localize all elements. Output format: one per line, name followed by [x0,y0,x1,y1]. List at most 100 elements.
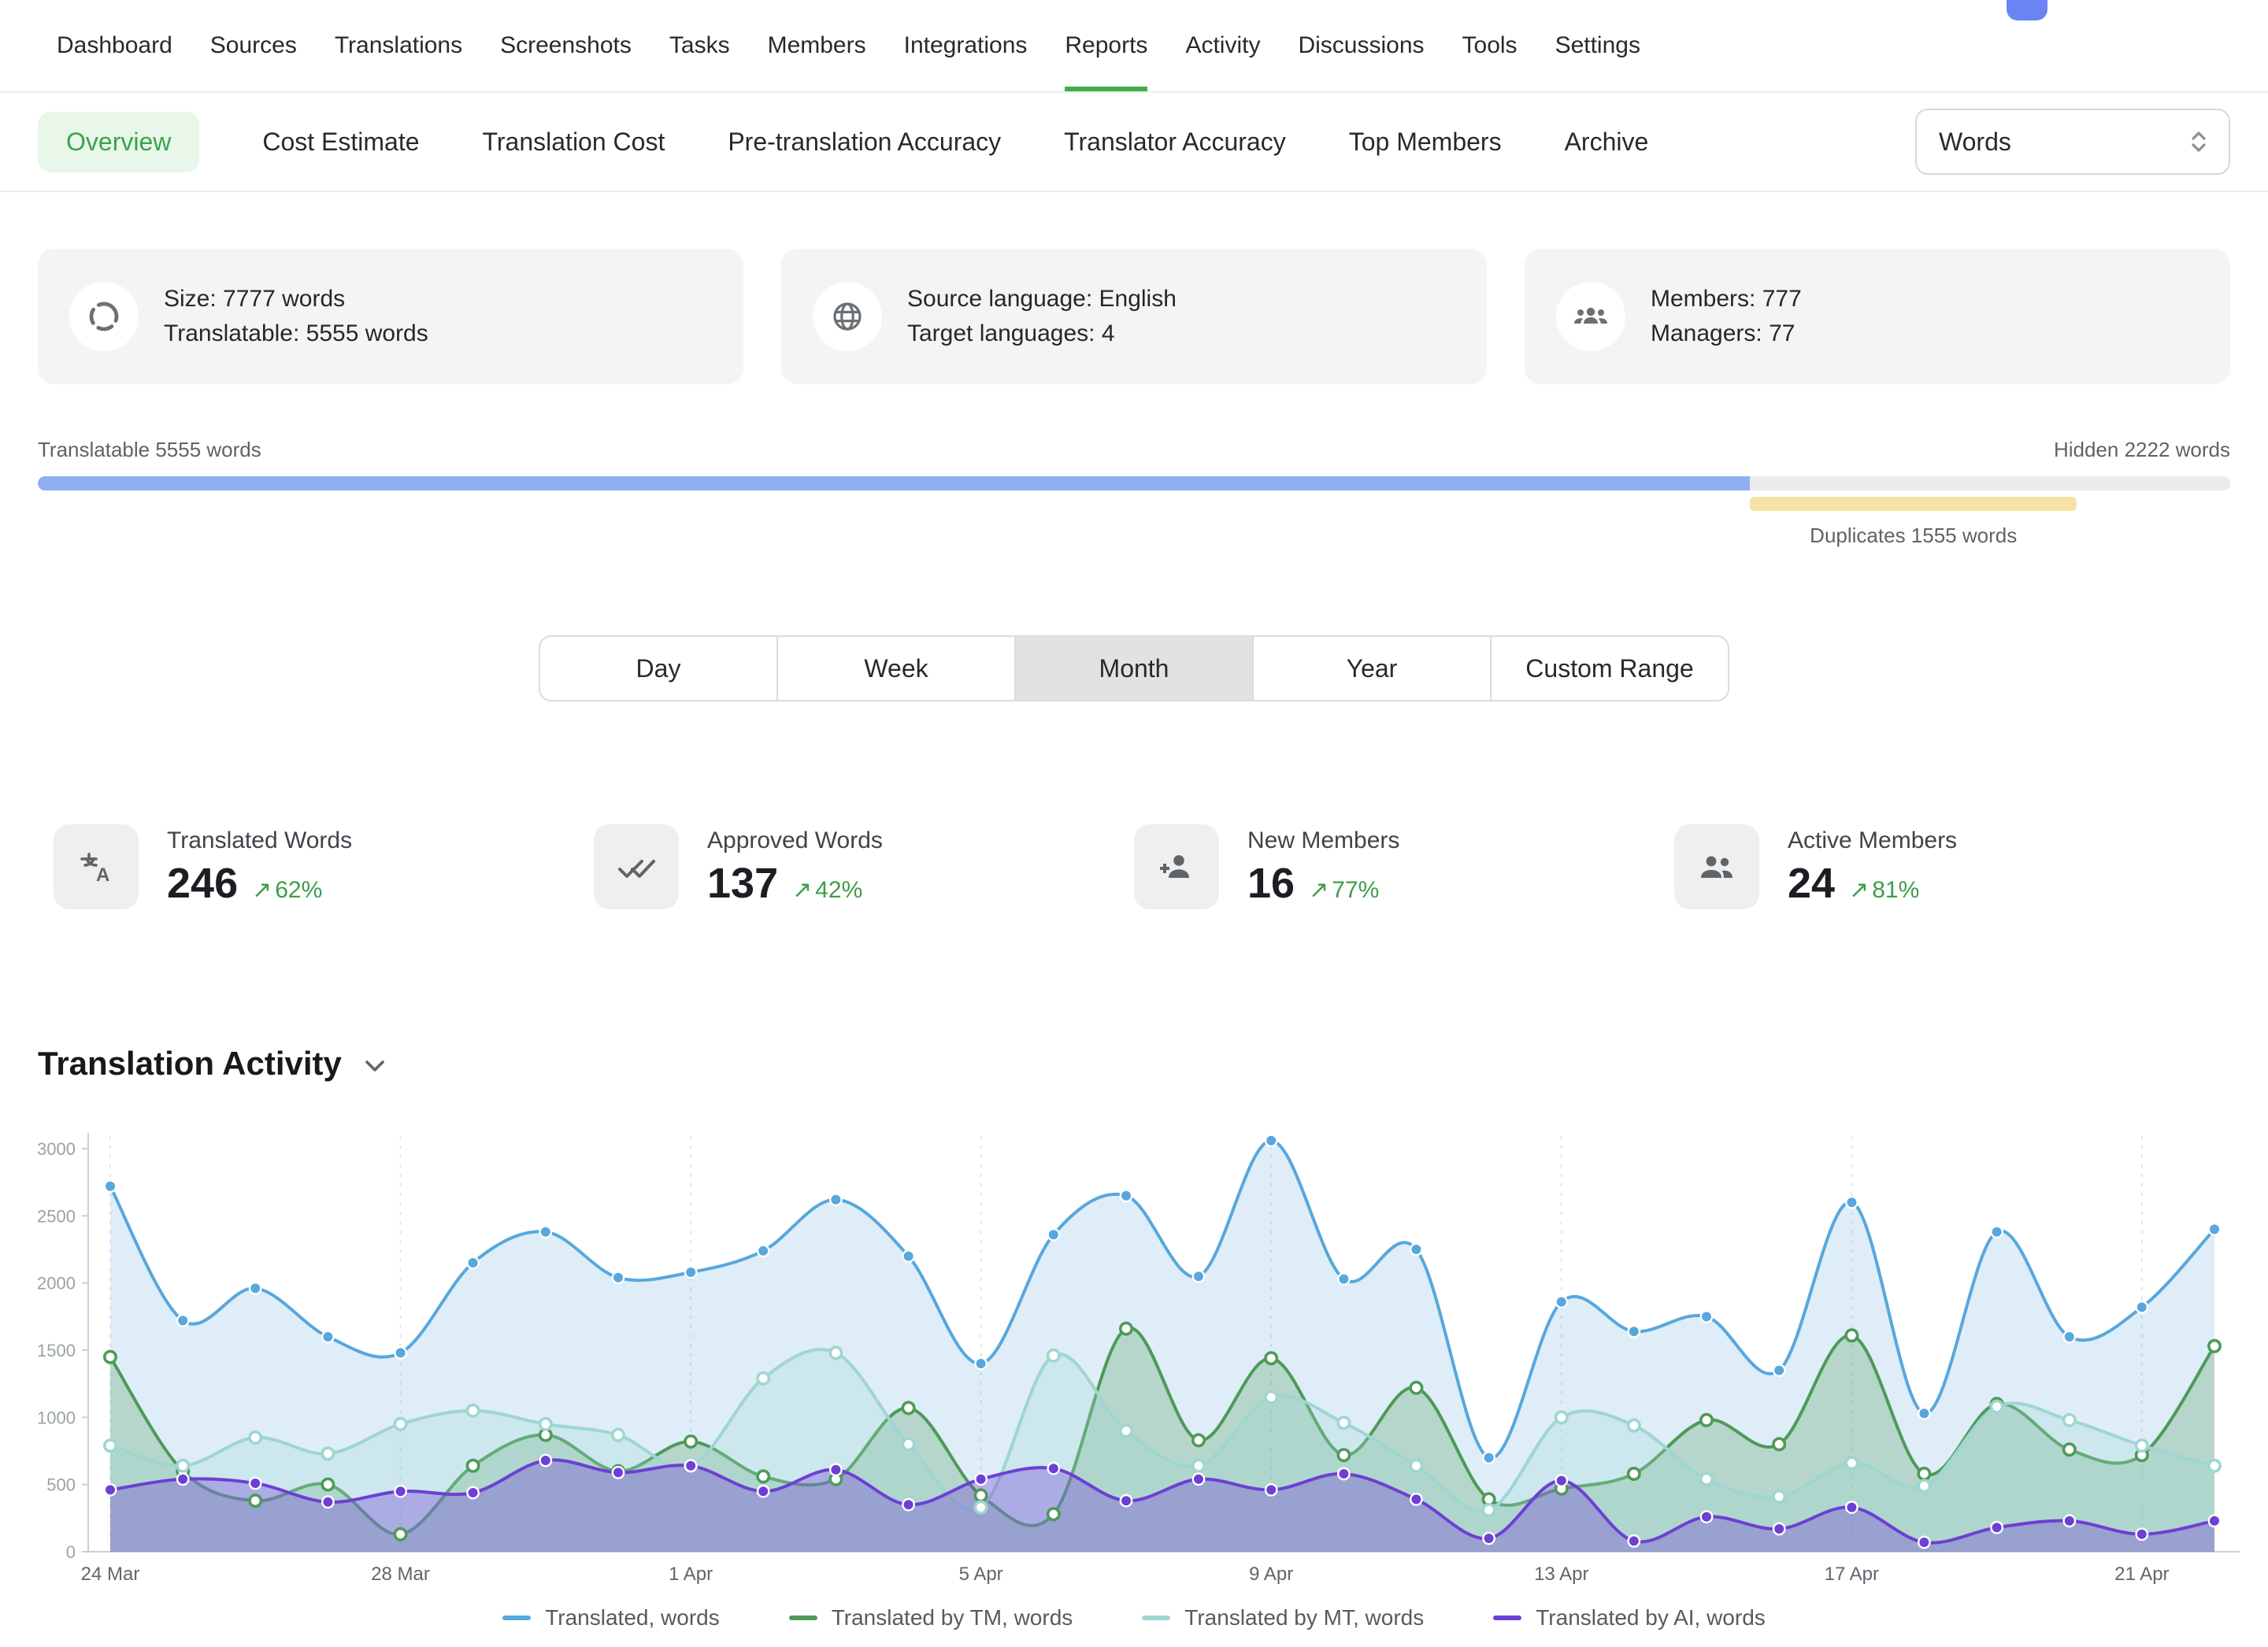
stat-active-members: Active Members 24 ↗81% [1674,824,2214,909]
nav-item-tools[interactable]: Tools [1462,0,1518,91]
stat-delta: ↗81% [1849,876,1919,904]
svg-text:9 Apr: 9 Apr [1249,1564,1293,1585]
stat-label: Active Members [1788,827,1957,854]
tab-top-members[interactable]: Top Members [1349,128,1502,157]
svg-text:24 Mar: 24 Mar [81,1564,140,1585]
nav-item-discussions[interactable]: Discussions [1298,0,1424,91]
stat-value: 137 [707,859,778,908]
avatar[interactable] [2007,0,2048,20]
stat-value: 246 [167,859,238,908]
nav-item-dashboard[interactable]: Dashboard [57,0,172,91]
svg-text:17 Apr: 17 Apr [1825,1564,1879,1585]
range-custom-range[interactable]: Custom Range [1490,637,1728,700]
legend-item-translated-by-mt-words[interactable]: Translated by MT, words [1142,1605,1424,1630]
up-right-arrow-icon: ↗ [252,876,272,904]
nav-item-integrations[interactable]: Integrations [904,0,1028,91]
svg-text:A: A [96,864,109,886]
stat-value: 16 [1247,859,1295,908]
unit-select-value: Words [1939,128,2011,157]
svg-text:1 Apr: 1 Apr [669,1564,713,1585]
progress-fill [38,476,1750,490]
legend-item-translated-words[interactable]: Translated, words [502,1605,720,1630]
legend-swatch [1493,1616,1521,1620]
up-right-arrow-icon: ↗ [1309,876,1329,904]
globe-icon [813,282,882,351]
svg-text:21 Apr: 21 Apr [2114,1564,2169,1585]
words-progress: Translatable 5555 words Hidden 2222 word… [38,438,2230,550]
svg-text:28 Mar: 28 Mar [371,1564,430,1585]
report-tabs-bar: Overview Cost Estimate Translation Cost Pre… [0,93,2268,192]
tab-translation-cost[interactable]: Translation Cost [483,128,665,157]
svg-text:1000: 1000 [37,1408,76,1427]
nav-item-sources[interactable]: Sources [210,0,297,91]
nav-item-members[interactable]: Members [768,0,866,91]
nav-item-translations[interactable]: Translations [335,0,462,91]
progress-bar [38,476,2230,490]
members-card: Members: 777 Managers: 77 [1525,249,2230,384]
target-languages-line: Target languages: 4 [907,316,1177,351]
tab-overview[interactable]: Overview [38,112,199,172]
stat-delta-value: 77% [1332,877,1379,904]
source-language-line: Source language: English [907,282,1177,316]
stat-label: New Members [1247,827,1399,854]
stat-label: Translated Words [167,827,352,854]
unit-select[interactable]: Words [1915,109,2230,175]
top-nav: Dashboard Sources Translations Screenshots T… [0,0,2268,93]
range-day[interactable]: Day [540,637,776,700]
stats-row: A Translated Words 246 ↗62% Approved Wor… [54,824,2214,909]
duplicates-bar [1750,497,2077,511]
up-right-arrow-icon: ↗ [792,876,812,904]
legend-label: Translated by AI, words [1536,1605,1766,1630]
double-check-icon [594,824,679,909]
range-week[interactable]: Week [776,637,1014,700]
stat-delta: ↗42% [792,876,862,904]
duplicates-row [38,497,2230,511]
legend-item-translated-by-tm-words[interactable]: Translated by TM, words [789,1605,1073,1630]
tab-cost-estimate[interactable]: Cost Estimate [262,128,419,157]
tab-pre-translation-accuracy[interactable]: Pre-translation Accuracy [728,128,1001,157]
nav-item-activity[interactable]: Activity [1185,0,1260,91]
nav-item-reports[interactable]: Reports [1065,0,1147,91]
stat-delta: ↗77% [1309,876,1379,904]
stat-new-members: New Members 16 ↗77% [1134,824,1674,909]
svg-text:1500: 1500 [37,1341,76,1360]
members-icon [1556,282,1625,351]
svg-text:5 Apr: 5 Apr [959,1564,1003,1585]
members-line: Members: 777 [1651,282,1802,316]
translate-icon: A [54,824,139,909]
progress-circle-icon [69,282,139,351]
stat-delta-value: 42% [815,877,862,904]
nav-item-screenshots[interactable]: Screenshots [500,0,632,91]
legend-swatch [1142,1616,1170,1620]
top-nav-items: Dashboard Sources Translations Screenshots T… [57,0,1640,91]
translation-activity-header: Translation Activity [38,1045,2230,1083]
svg-text:500: 500 [46,1475,76,1495]
nav-item-settings[interactable]: Settings [1555,0,1640,91]
stat-delta-value: 62% [275,877,322,904]
date-range-tabs: DayWeekMonthYearCustom Range [539,635,1729,701]
legend-swatch [502,1616,531,1620]
range-month[interactable]: Month [1014,637,1252,700]
duplicates-label: Duplicates 1555 words [1810,524,2017,548]
stat-value: 24 [1788,859,1835,908]
range-year[interactable]: Year [1252,637,1490,700]
translation-activity-chart: 0 500 1000 1500 2000 2500 3000 24 Mar 28 Mar 1 Ap… [9,1095,2268,1599]
chart-svg: 0 500 1000 1500 2000 2500 3000 24 Mar 28 Mar 1 Ap… [9,1095,2262,1593]
sort-arrows-icon [2188,129,2210,154]
legend-label: Translated, words [545,1605,720,1630]
stat-label: Approved Words [707,827,883,854]
svg-text:2000: 2000 [37,1274,76,1294]
svg-text:13 Apr: 13 Apr [1534,1564,1588,1585]
nav-item-tasks[interactable]: Tasks [669,0,730,91]
svg-text:0: 0 [66,1542,76,1562]
legend-label: Translated by MT, words [1184,1605,1424,1630]
tab-translator-accuracy[interactable]: Translator Accuracy [1064,128,1286,157]
stat-approved-words: Approved Words 137 ↗42% [594,824,1134,909]
svg-text:2500: 2500 [37,1206,76,1226]
translatable-words-label: Translatable 5555 words [38,438,261,462]
person-add-icon [1134,824,1219,909]
svg-text:3000: 3000 [37,1139,76,1159]
chevron-down-icon[interactable] [364,1059,386,1073]
tab-archive[interactable]: Archive [1565,128,1649,157]
legend-item-translated-by-ai-words[interactable]: Translated by AI, words [1493,1605,1766,1630]
